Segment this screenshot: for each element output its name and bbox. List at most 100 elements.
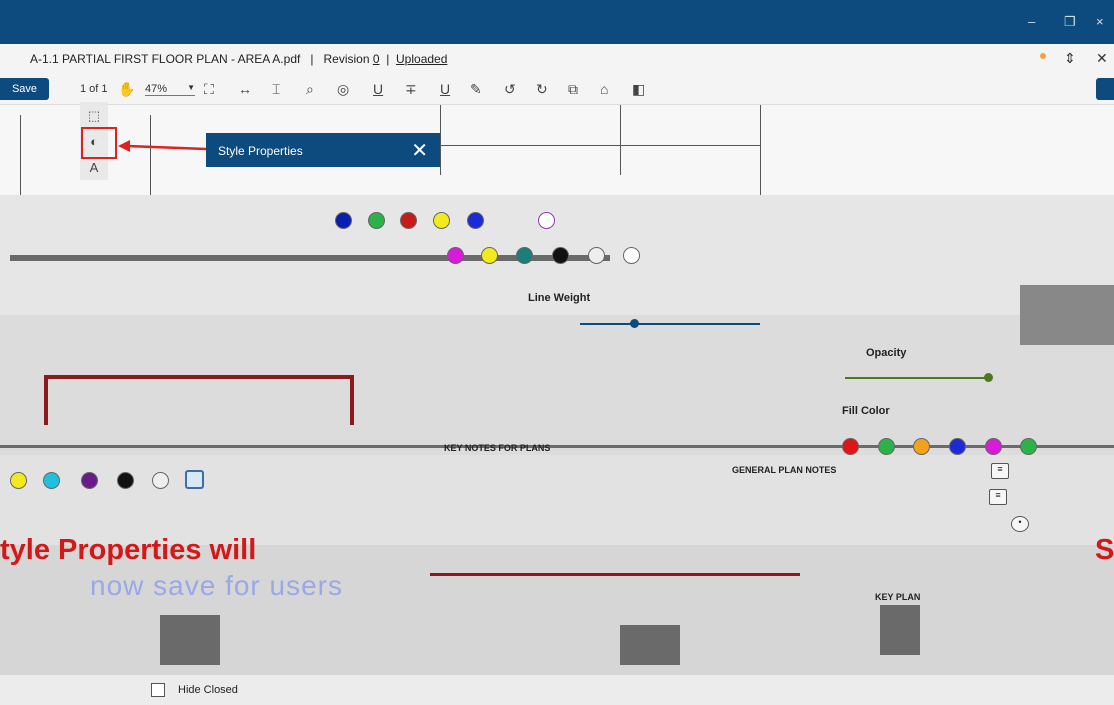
title-block <box>620 625 680 665</box>
text-box-icon[interactable]: A <box>86 160 102 176</box>
wall-line <box>20 115 21 205</box>
announcement-text-right: S <box>1095 534 1114 566</box>
markup-line <box>430 573 800 576</box>
color-swatch-magenta[interactable] <box>447 247 464 264</box>
select-rectangle-icon[interactable]: ⬚ <box>86 108 102 124</box>
hide-closed-label: Hide Closed <box>178 684 238 696</box>
wall-line <box>620 105 621 175</box>
separator: | <box>386 52 390 66</box>
general-notes-title: GENERAL PLAN NOTES <box>732 465 837 475</box>
tag-icon[interactable]: ⌂ <box>600 80 608 98</box>
comment-icon[interactable]: ≡ <box>991 463 1009 479</box>
save-button[interactable]: Save <box>0 78 49 100</box>
color-swatch-purple[interactable] <box>81 472 98 489</box>
rotate-left-icon[interactable]: ↺ <box>504 80 516 98</box>
minimize-button[interactable]: – <box>1028 14 1035 29</box>
compare-icon[interactable]: ◧ <box>632 80 645 98</box>
color-swatch-yellow[interactable] <box>433 212 450 229</box>
wall-line <box>440 105 441 175</box>
color-swatch-navy[interactable] <box>467 212 484 229</box>
wall-line <box>150 115 151 205</box>
opacity-label: Opacity <box>866 347 907 359</box>
opacity-slider[interactable] <box>845 377 990 379</box>
revision-value[interactable]: 0 <box>373 52 380 66</box>
title-block <box>880 605 920 655</box>
color-swatch-light[interactable] <box>152 472 169 489</box>
markup-line <box>44 375 48 425</box>
underline-squiggle-icon[interactable]: U <box>440 80 450 98</box>
pointer-arrow <box>118 140 207 152</box>
key-plan-title: KEY PLAN <box>875 592 921 602</box>
zoom-select[interactable]: 47% ▼ <box>145 83 196 96</box>
blueprint-region <box>0 315 1114 455</box>
wall-line <box>760 105 761 195</box>
upload-status[interactable]: Uploaded <box>396 52 447 66</box>
title-block <box>160 615 220 665</box>
color-swatch-black[interactable] <box>117 472 134 489</box>
external-link-icon[interactable]: ⧉ <box>568 80 578 98</box>
document-bar: A-1.1 PARTIAL FIRST FLOOR PLAN - AREA A.… <box>0 44 1114 74</box>
key-notes-title: KEY NOTES FOR PLANS <box>444 443 551 453</box>
fit-width-icon[interactable]: ↔ <box>238 80 252 98</box>
unsaved-indicator <box>1040 53 1046 59</box>
fill-swatch-green[interactable] <box>1020 438 1037 455</box>
opacity-knob[interactable] <box>984 373 993 382</box>
fill-swatch-blue[interactable] <box>949 438 966 455</box>
fill-color-label: Fill Color <box>842 405 890 417</box>
color-swatch-none-selected[interactable] <box>185 470 204 489</box>
fit-page-icon[interactable]: ⛶ <box>204 80 214 98</box>
close-document-icon[interactable]: ✕ <box>1096 50 1108 67</box>
markup-line <box>350 375 354 425</box>
pan-hand-icon[interactable]: ✋ <box>118 80 135 98</box>
color-swatch-yellow[interactable] <box>10 472 27 489</box>
underline-icon[interactable]: U <box>373 80 383 98</box>
color-swatch-green[interactable] <box>368 212 385 229</box>
announcement-subtext: now save for users <box>90 570 343 601</box>
document-title-line: A-1.1 PARTIAL FIRST FLOOR PLAN - AREA A.… <box>30 52 447 66</box>
wall-line <box>440 145 760 146</box>
restore-button[interactable]: ❐ <box>1064 14 1076 30</box>
color-swatch-cyan[interactable] <box>43 472 60 489</box>
line-weight-knob[interactable] <box>630 319 639 328</box>
panel-toggle-button[interactable] <box>1096 78 1114 100</box>
fill-swatch-magenta[interactable] <box>985 438 1002 455</box>
fill-swatch-green[interactable] <box>878 438 895 455</box>
text-select-icon[interactable]: ⌶ <box>272 80 280 98</box>
color-swatch-black[interactable] <box>552 247 569 264</box>
color-swatch-none[interactable] <box>623 247 640 264</box>
pen-icon[interactable]: ✎ <box>470 80 482 98</box>
line-weight-slider[interactable] <box>580 323 760 325</box>
color-swatch-teal[interactable] <box>516 247 533 264</box>
markup-toolbar: Save 1 of 1 ✋ 47% ▼ ⛶ ↔ ⌶ ⌕ ◎ U ∓ U ✎ ↺ ↻… <box>0 74 1114 105</box>
fill-swatch-red[interactable] <box>842 438 859 455</box>
location-pin-icon[interactable]: • <box>1011 516 1029 532</box>
separator: | <box>310 52 314 66</box>
note-icon[interactable]: ≡ <box>989 489 1007 505</box>
color-swatch-blue[interactable] <box>335 212 352 229</box>
hide-closed-checkbox[interactable] <box>151 683 165 697</box>
page-count: 1 of 1 <box>80 83 108 95</box>
line-weight-label: Line Weight <box>528 292 591 304</box>
document-title: A-1.1 PARTIAL FIRST FLOOR PLAN - AREA A.… <box>30 52 301 66</box>
color-swatch-red[interactable] <box>400 212 417 229</box>
close-window-button[interactable]: × <box>1096 14 1104 29</box>
window-title-bar: – ❐ × <box>0 0 1114 44</box>
color-swatch-yellow[interactable] <box>481 247 498 264</box>
color-swatch-white[interactable] <box>538 212 555 229</box>
palette-highlight <box>81 127 117 159</box>
color-swatch-light[interactable] <box>588 247 605 264</box>
fill-swatch-orange[interactable] <box>913 438 930 455</box>
panel-title: Style Properties <box>218 144 303 158</box>
footer-bar: Hide Closed <box>0 675 1114 705</box>
revision-label: Revision <box>323 52 370 66</box>
eye-icon[interactable]: ◎ <box>337 80 349 98</box>
collapse-icon[interactable]: ⇕ <box>1064 50 1076 67</box>
search-icon[interactable]: ⌕ <box>306 80 314 98</box>
chevron-down-icon: ▼ <box>187 83 196 92</box>
wall-line <box>0 445 1114 448</box>
rotate-right-icon[interactable]: ↻ <box>536 80 548 98</box>
markup-line <box>44 375 354 379</box>
close-icon[interactable]: ✕ <box>411 138 428 163</box>
announcement-text-left: tyle Properties will <box>0 534 257 566</box>
strikethrough-icon[interactable]: ∓ <box>405 80 417 98</box>
